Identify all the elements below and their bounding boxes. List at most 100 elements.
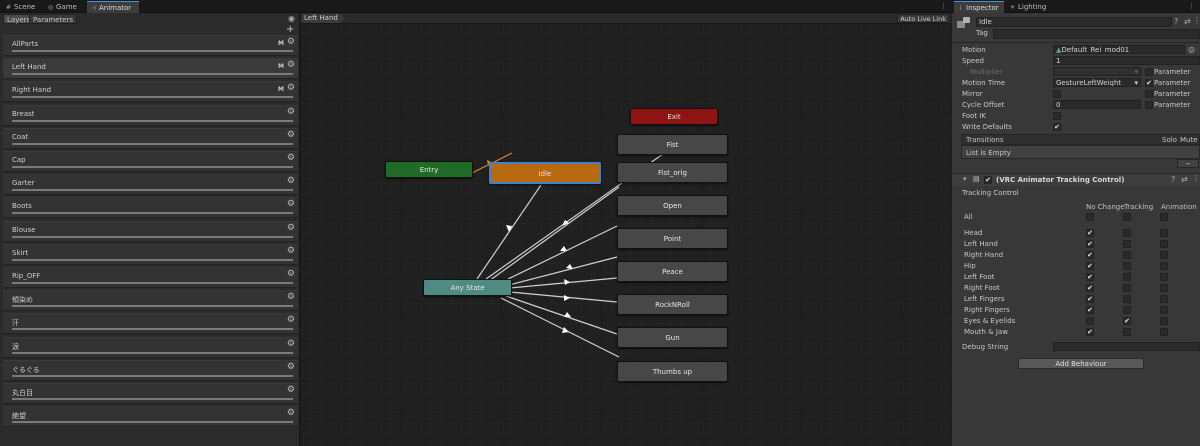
layer-item[interactable]: 頬染め ⚙ (3, 290, 298, 312)
foldout-arrow-icon[interactable]: ▾ (963, 175, 967, 183)
layer-item[interactable]: Cap ⚙ (3, 151, 298, 172)
layer-item[interactable]: 汗 ⚙ (3, 313, 298, 335)
layer-item[interactable]: AllParts M ⚙ (3, 35, 298, 56)
gear-icon[interactable]: ⚙ (287, 293, 295, 302)
layer-item[interactable]: Coat ⚙ (3, 127, 298, 149)
tracking-animation-toggle[interactable] (1160, 317, 1168, 325)
animator-graph-canvas[interactable]: Left Hand Auto Live Link Exit Entry Idle… (301, 13, 951, 446)
tracking-animation-toggle[interactable] (1160, 240, 1168, 248)
entry-state[interactable]: Entry (385, 161, 473, 178)
remove-transition-button[interactable]: − (1177, 159, 1199, 168)
gear-icon[interactable]: ⚙ (287, 316, 295, 325)
help-icon[interactable]: ? (1171, 175, 1175, 184)
tracking-tracking-toggle[interactable] (1123, 240, 1131, 248)
tab-animator[interactable]: ⊣ Animator (87, 1, 139, 13)
gear-icon[interactable]: ⚙ (287, 386, 295, 395)
fist-orig-state[interactable]: Fist_orig (617, 162, 728, 183)
tab-inspector[interactable]: i Inspector (954, 1, 1004, 13)
layer-item[interactable]: Left Hand M ⚙ (3, 58, 298, 80)
layer-weight-slider[interactable] (12, 96, 293, 99)
tracking-animation-toggle[interactable] (1160, 229, 1168, 237)
gear-icon[interactable]: ⚙ (287, 154, 295, 163)
layer-weight-slider[interactable] (12, 119, 293, 122)
exit-state[interactable]: Exit (630, 108, 718, 125)
tracking-no-change-toggle[interactable]: ✔ (1086, 328, 1094, 336)
tab-scene[interactable]: # Scene (2, 1, 39, 13)
tracking-tracking-toggle[interactable]: ✔ (1123, 317, 1131, 325)
layer-weight-slider[interactable] (12, 328, 293, 331)
gear-icon[interactable]: ⚙ (287, 223, 295, 233)
layer-weight-slider[interactable] (12, 374, 293, 377)
layer-item[interactable]: Rip_OFF ⚙ (3, 267, 298, 288)
tracking-animation-toggle[interactable] (1160, 273, 1168, 281)
rocknroll-state[interactable]: RockNRoll (617, 294, 728, 315)
tracking-no-change-toggle[interactable]: ✔ (1086, 295, 1094, 303)
layer-item[interactable]: Right Hand M ⚙ (3, 81, 298, 103)
tracking-animation-toggle[interactable] (1160, 262, 1168, 270)
breadcrumb-left-hand[interactable]: Left Hand (302, 14, 345, 23)
layer-weight-slider[interactable] (12, 398, 293, 400)
tracking-animation-toggle[interactable] (1160, 328, 1168, 336)
gear-icon[interactable]: ⚙ (287, 84, 295, 93)
layer-weight-slider[interactable] (12, 235, 293, 238)
tracking-tracking-toggle[interactable] (1123, 328, 1131, 336)
layer-item[interactable]: ぐるぐる ⚙ (3, 359, 298, 381)
motion-field[interactable]: ▲Default_Rei_mod01 (1053, 45, 1185, 54)
behaviour-enabled-checkbox[interactable]: ✔ (984, 176, 992, 184)
tracking-no-change-toggle[interactable]: ✔ (1086, 262, 1094, 270)
speed-field[interactable]: 1 (1053, 56, 1200, 65)
help-icon[interactable]: ? (1174, 17, 1178, 26)
eye-icon[interactable]: ◉ (288, 14, 295, 23)
layer-weight-slider[interactable] (12, 282, 293, 284)
layer-item[interactable]: Blouse ⚙ (3, 220, 298, 242)
gear-icon[interactable]: ⚙ (287, 61, 295, 70)
tab-lighting[interactable]: ☀ Lighting (1006, 1, 1050, 13)
tracking-no-change-toggle[interactable]: ✔ (1086, 251, 1094, 259)
cycle-offset-parameter-checkbox[interactable] (1145, 101, 1153, 109)
more-options-icon[interactable]: ⋮ (940, 2, 947, 10)
tracking-tracking-toggle[interactable] (1123, 262, 1131, 270)
tracking-animation-toggle[interactable] (1160, 251, 1168, 259)
foot-ik-checkbox[interactable] (1053, 112, 1061, 120)
open-state[interactable]: Open (617, 195, 728, 216)
idle-state[interactable]: Idle (489, 162, 601, 184)
layer-item[interactable]: Garter ⚙ (3, 174, 298, 196)
tracking-tracking-toggle[interactable] (1123, 306, 1131, 314)
tracking-tracking-toggle[interactable] (1123, 229, 1131, 237)
kebab-icon[interactable]: ⋮ (1193, 16, 1200, 25)
tracking-no-change-toggle[interactable]: ✔ (1086, 229, 1094, 237)
gear-icon[interactable]: ⚙ (287, 200, 295, 209)
layer-item[interactable]: 絶望 ⚙ (3, 406, 298, 428)
tracking-no-change-toggle[interactable] (1086, 317, 1094, 325)
write-defaults-checkbox[interactable]: ✔ (1053, 123, 1061, 131)
gear-icon[interactable]: ⚙ (287, 38, 295, 47)
any-state[interactable]: Any State (423, 279, 512, 296)
layer-weight-slider[interactable] (12, 421, 293, 424)
multiplier-parameter-checkbox[interactable] (1145, 68, 1153, 76)
tab-parameters[interactable]: Parameters (29, 14, 78, 24)
fist-state[interactable]: Fist (617, 134, 728, 155)
add-layer-button[interactable]: + (286, 25, 294, 35)
gear-icon[interactable]: ⚙ (287, 177, 295, 186)
tracking-tracking-toggle[interactable] (1123, 213, 1131, 221)
tracking-no-change-toggle[interactable]: ✔ (1086, 284, 1094, 292)
layer-weight-slider[interactable] (12, 258, 293, 261)
preset-icon[interactable]: ⇄ (1181, 175, 1188, 184)
gear-icon[interactable]: ⚙ (287, 107, 295, 117)
tracking-no-change-toggle[interactable]: ✔ (1086, 306, 1094, 314)
tracking-tracking-toggle[interactable] (1123, 284, 1131, 292)
layer-item[interactable]: Breast ⚙ (3, 104, 298, 126)
tracking-animation-toggle[interactable] (1160, 284, 1168, 292)
thumbs-up-state[interactable]: Thumbs up (617, 361, 728, 382)
gun-state[interactable]: Gun (617, 327, 728, 348)
tracking-animation-toggle[interactable] (1160, 295, 1168, 303)
gear-icon[interactable]: ⚙ (287, 362, 295, 372)
state-name-field[interactable]: Idle (976, 17, 1172, 27)
tracking-animation-toggle[interactable] (1160, 213, 1168, 221)
settings-icon[interactable]: ⇄ (1184, 17, 1191, 26)
add-behaviour-button[interactable]: Add Behaviour (1018, 358, 1144, 369)
layer-weight-slider[interactable] (12, 351, 293, 354)
gear-icon[interactable]: ⚙ (287, 409, 295, 418)
motion-time-dropdown[interactable]: GestureLeftWeight ▾ (1053, 78, 1141, 87)
more-options-icon[interactable]: ⋮ (1188, 2, 1195, 10)
